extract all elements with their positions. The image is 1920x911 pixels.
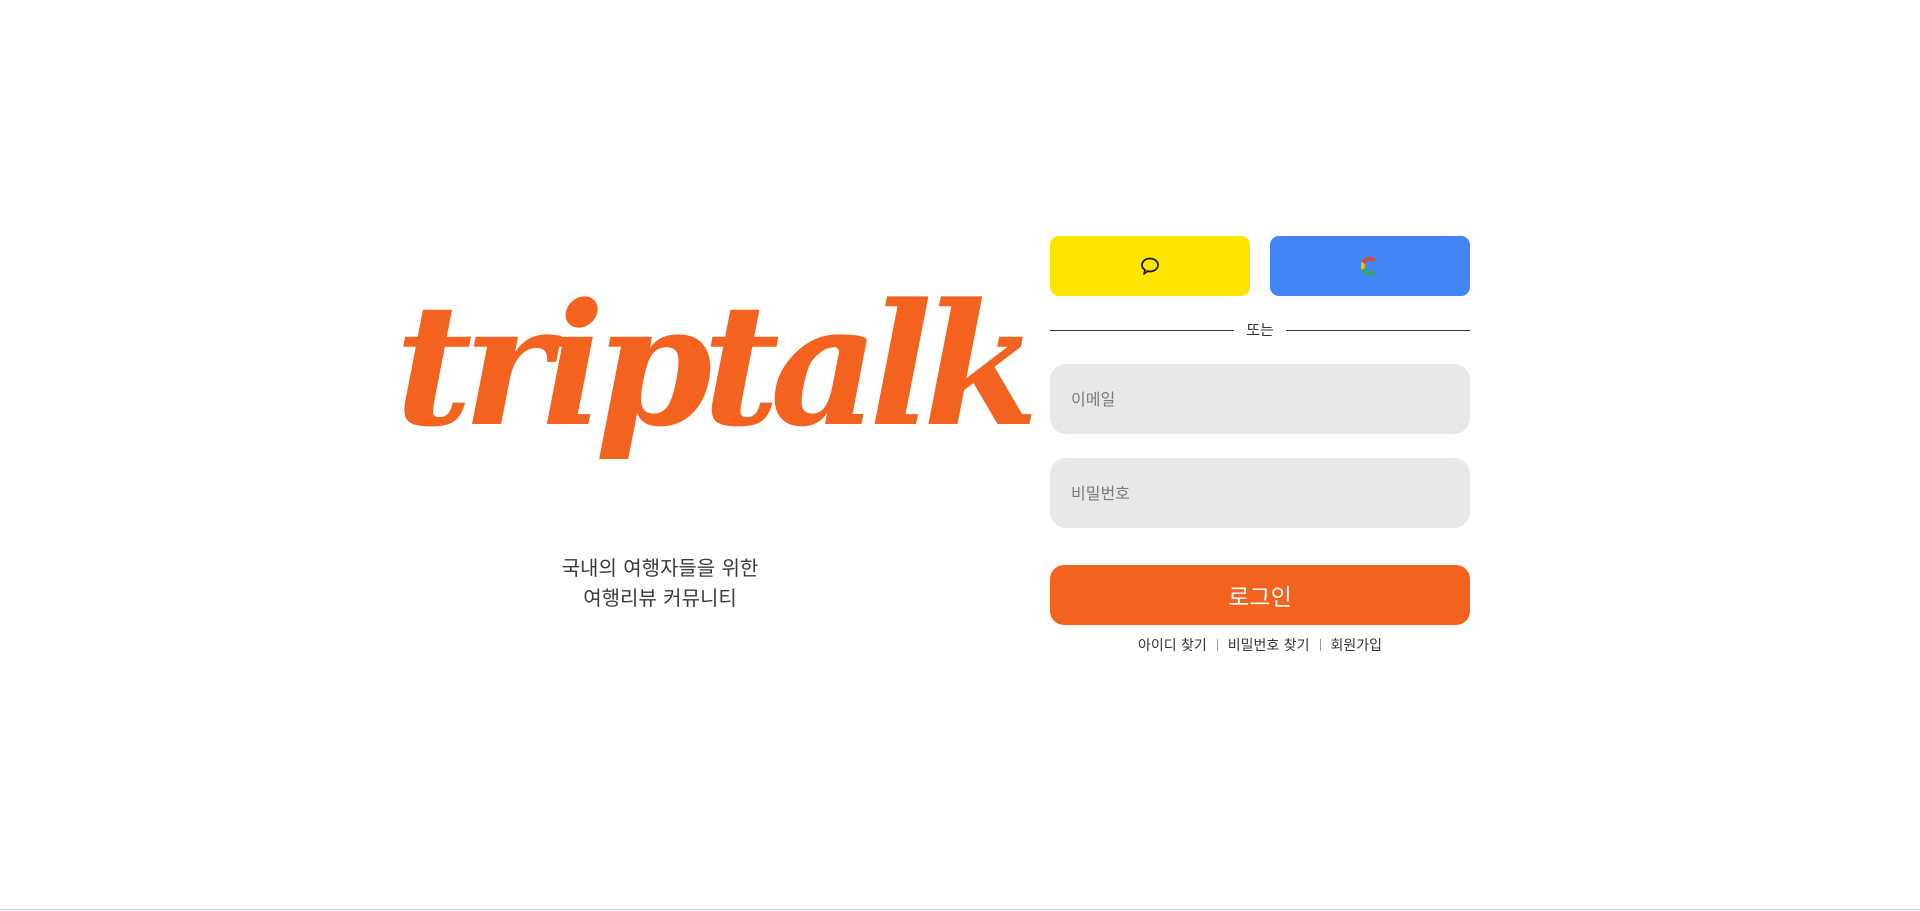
speech-bubble-icon <box>1140 257 1160 275</box>
password-field-container <box>1050 458 1470 528</box>
brand-section: triptalk 국내의 여행자들을 위한 여행리뷰 커뮤니티 <box>395 265 1039 635</box>
find-password-link[interactable]: 비밀번호 찾기 <box>1228 635 1310 655</box>
link-separator <box>1319 639 1321 651</box>
tagline-line-1: 국내의 여행자들을 위한 <box>561 556 759 580</box>
email-field-container <box>1050 364 1470 434</box>
email-input[interactable] <box>1050 364 1470 434</box>
divider-label: 또는 <box>1246 321 1274 339</box>
google-g-icon <box>1361 257 1379 275</box>
login-page: triptalk 국내의 여행자들을 위한 여행리뷰 커뮤니티 또는 이메일 로… <box>0 0 1920 911</box>
signup-link[interactable]: 회원가입 <box>1331 635 1383 655</box>
triptalk-logo: triptalk <box>395 266 1039 464</box>
divider-line-left <box>1050 329 1235 331</box>
kakao-login-button[interactable] <box>1050 236 1250 296</box>
bottom-border <box>0 909 1920 910</box>
tagline: 국내의 여행자들을 위한 여행리뷰 커뮤니티 <box>395 553 925 613</box>
login-panel: 또는 로그인 아이디 찾기 비밀번호 찾기 회원가입 <box>1050 236 1471 655</box>
social-login-row <box>1050 236 1470 296</box>
find-id-link[interactable]: 아이디 찾기 <box>1138 635 1207 655</box>
login-button[interactable]: 로그인 <box>1050 565 1470 625</box>
link-separator <box>1216 639 1218 651</box>
divider-line-right <box>1285 329 1471 331</box>
account-links: 아이디 찾기 비밀번호 찾기 회원가입 <box>1050 635 1470 655</box>
password-input[interactable] <box>1050 458 1470 528</box>
tagline-line-2: 여행리뷰 커뮤니티 <box>583 586 737 610</box>
or-divider: 또는 <box>1050 318 1471 342</box>
google-login-button[interactable] <box>1270 236 1470 296</box>
